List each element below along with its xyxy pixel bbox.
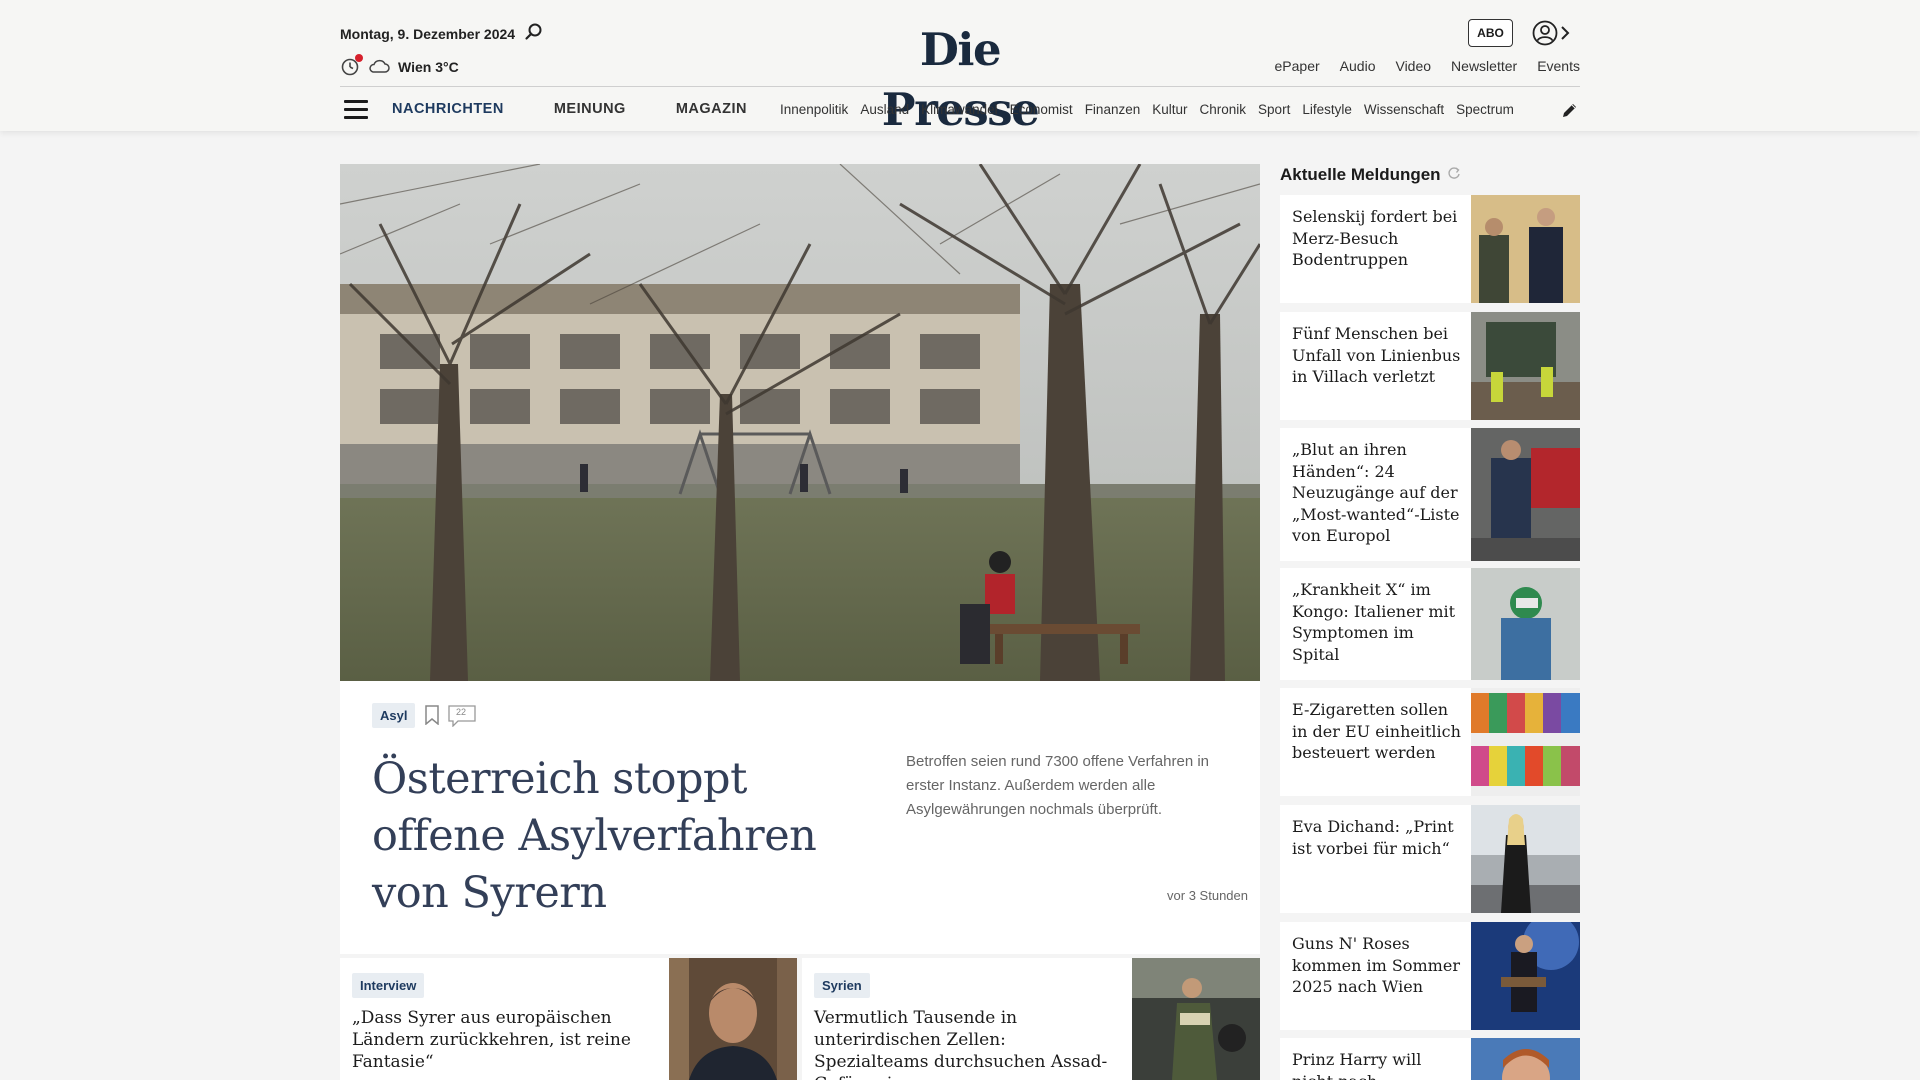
nav-wissenschaft[interactable]: Wissenschaft bbox=[1364, 102, 1444, 117]
news-item[interactable]: Fünf Menschen bei Unfall von Linienbus i… bbox=[1280, 312, 1580, 420]
nav-video[interactable]: Video bbox=[1395, 58, 1431, 74]
news-headline[interactable]: Selenskij fordert bei Merz-Besuch Bodent… bbox=[1292, 206, 1462, 271]
chevron-right-icon bbox=[1560, 26, 1570, 45]
nav-klimawandel[interactable]: Klimawandel bbox=[921, 102, 998, 117]
account-button[interactable] bbox=[1532, 20, 1570, 51]
user-icon bbox=[1532, 20, 1558, 51]
nav-newsletter[interactable]: Newsletter bbox=[1451, 58, 1517, 74]
news-item[interactable]: „Krankheit X“ im Kongo: Italiener mit Sy… bbox=[1280, 568, 1580, 680]
news-image[interactable] bbox=[1471, 568, 1580, 680]
news-item[interactable]: „Blut an ihren Händen“: 24 Neuzugänge au… bbox=[1280, 428, 1580, 561]
news-headline[interactable]: Eva Dichand: „Print ist vorbei für mich“ bbox=[1292, 816, 1462, 859]
divider bbox=[340, 86, 1580, 87]
article-image[interactable] bbox=[669, 958, 797, 1080]
nav-finanzen[interactable]: Finanzen bbox=[1085, 102, 1141, 117]
nav-economist[interactable]: Economist bbox=[1010, 102, 1073, 117]
comment-count: 22 bbox=[455, 707, 466, 717]
publish-time: vor 3 Stunden bbox=[1167, 888, 1248, 903]
article-card-syrien[interactable]: Syrien Vermutlich Tausende in unterirdis… bbox=[802, 958, 1260, 1080]
nav-meinung[interactable]: MEINUNG bbox=[554, 101, 626, 117]
hero-headline[interactable]: Österreich stoppt offene Asylverfahren v… bbox=[372, 751, 842, 922]
comment-icon[interactable]: 22 bbox=[448, 705, 476, 728]
current-date: Montag, 9. Dezember 2024 bbox=[340, 26, 516, 42]
card-headline[interactable]: „Dass Syrer aus europäischen Ländern zur… bbox=[352, 1007, 662, 1073]
nav-chronik[interactable]: Chronik bbox=[1200, 102, 1247, 117]
weather-label: Wien 3°C bbox=[398, 59, 459, 75]
nav-epaper[interactable]: ePaper bbox=[1275, 58, 1320, 74]
news-image[interactable] bbox=[1471, 312, 1580, 420]
nav-lifestyle[interactable]: Lifestyle bbox=[1302, 102, 1352, 117]
nav-kultur[interactable]: Kultur bbox=[1152, 102, 1187, 117]
news-headline[interactable]: Guns N' Roses kommen im Sommer 2025 nach… bbox=[1292, 933, 1462, 998]
news-headline[interactable]: E-Zigaretten sollen in der EU einheitlic… bbox=[1292, 699, 1462, 764]
cloud-icon bbox=[368, 59, 390, 76]
top-navigation: ePaper Audio Video Newsletter Events bbox=[1275, 58, 1580, 74]
news-image[interactable] bbox=[1471, 195, 1580, 303]
news-item[interactable]: Guns N' Roses kommen im Sommer 2025 nach… bbox=[1280, 922, 1580, 1030]
bookmark-icon[interactable] bbox=[424, 705, 440, 726]
category-tag[interactable]: Asyl bbox=[372, 703, 416, 728]
article-card-interview[interactable]: Interview „Dass Syrer aus europäischen L… bbox=[340, 958, 797, 1080]
nav-magazin[interactable]: MAGAZIN bbox=[676, 101, 747, 117]
clock-icon bbox=[340, 54, 363, 77]
news-headline[interactable]: Prinz Harry will nicht nach bbox=[1292, 1049, 1462, 1080]
hero-article[interactable]: Asyl 22 Österreich stoppt offene Asylver… bbox=[340, 681, 1260, 954]
abo-button[interactable]: ABO bbox=[1468, 19, 1513, 47]
nav-ausland[interactable]: Ausland bbox=[860, 102, 909, 117]
news-headline[interactable]: „Krankheit X“ im Kongo: Italiener mit Sy… bbox=[1292, 579, 1462, 665]
news-image[interactable] bbox=[1471, 1038, 1580, 1080]
hero-image[interactable] bbox=[340, 164, 1260, 681]
nav-innenpolitik[interactable]: Innenpolitik bbox=[780, 102, 848, 117]
news-item[interactable]: Eva Dichand: „Print ist vorbei für mich“ bbox=[1280, 805, 1580, 913]
hero-teaser: Betroffen seien rund 7300 offene Verfahr… bbox=[906, 753, 1210, 818]
news-image[interactable] bbox=[1471, 428, 1580, 561]
article-image[interactable] bbox=[1132, 958, 1260, 1080]
refresh-icon bbox=[1447, 165, 1461, 185]
site-logo[interactable]: Die Presse bbox=[850, 20, 1070, 140]
news-item[interactable]: Selenskij fordert bei Merz-Besuch Bodent… bbox=[1280, 195, 1580, 303]
news-headline[interactable]: Fünf Menschen bei Unfall von Linienbus i… bbox=[1292, 323, 1462, 388]
news-image[interactable] bbox=[1471, 805, 1580, 913]
sidebar-title[interactable]: Aktuelle Meldungen bbox=[1280, 165, 1461, 185]
nav-sport[interactable]: Sport bbox=[1258, 102, 1290, 117]
news-image[interactable] bbox=[1471, 922, 1580, 1030]
news-image[interactable] bbox=[1471, 688, 1580, 796]
news-item[interactable]: Prinz Harry will nicht nach bbox=[1280, 1038, 1580, 1080]
nav-audio[interactable]: Audio bbox=[1340, 58, 1376, 74]
news-headline[interactable]: „Blut an ihren Händen“: 24 Neuzugänge au… bbox=[1292, 439, 1462, 547]
menu-icon[interactable] bbox=[344, 100, 368, 120]
category-tag[interactable]: Interview bbox=[352, 973, 425, 998]
site-header: Montag, 9. Dezember 2024 Wien 3°C Die Pr… bbox=[0, 0, 1920, 136]
pencil-icon[interactable] bbox=[1561, 101, 1579, 119]
main-navigation: NACHRICHTEN MEINUNG MAGAZIN bbox=[392, 101, 747, 117]
news-item[interactable]: E-Zigaretten sollen in der EU einheitlic… bbox=[1280, 688, 1580, 796]
section-navigation: Innenpolitik Ausland Klimawandel Economi… bbox=[780, 102, 1544, 117]
category-tag[interactable]: Syrien bbox=[814, 973, 870, 998]
weather-widget[interactable]: Wien 3°C bbox=[340, 54, 459, 77]
search-icon[interactable] bbox=[524, 22, 544, 42]
nav-spectrum[interactable]: Spectrum bbox=[1456, 102, 1514, 117]
notification-dot bbox=[355, 54, 363, 62]
card-headline[interactable]: Vermutlich Tausende in unterirdischen Ze… bbox=[814, 1007, 1114, 1080]
nav-nachrichten[interactable]: NACHRICHTEN bbox=[392, 101, 504, 117]
nav-events[interactable]: Events bbox=[1537, 58, 1580, 74]
